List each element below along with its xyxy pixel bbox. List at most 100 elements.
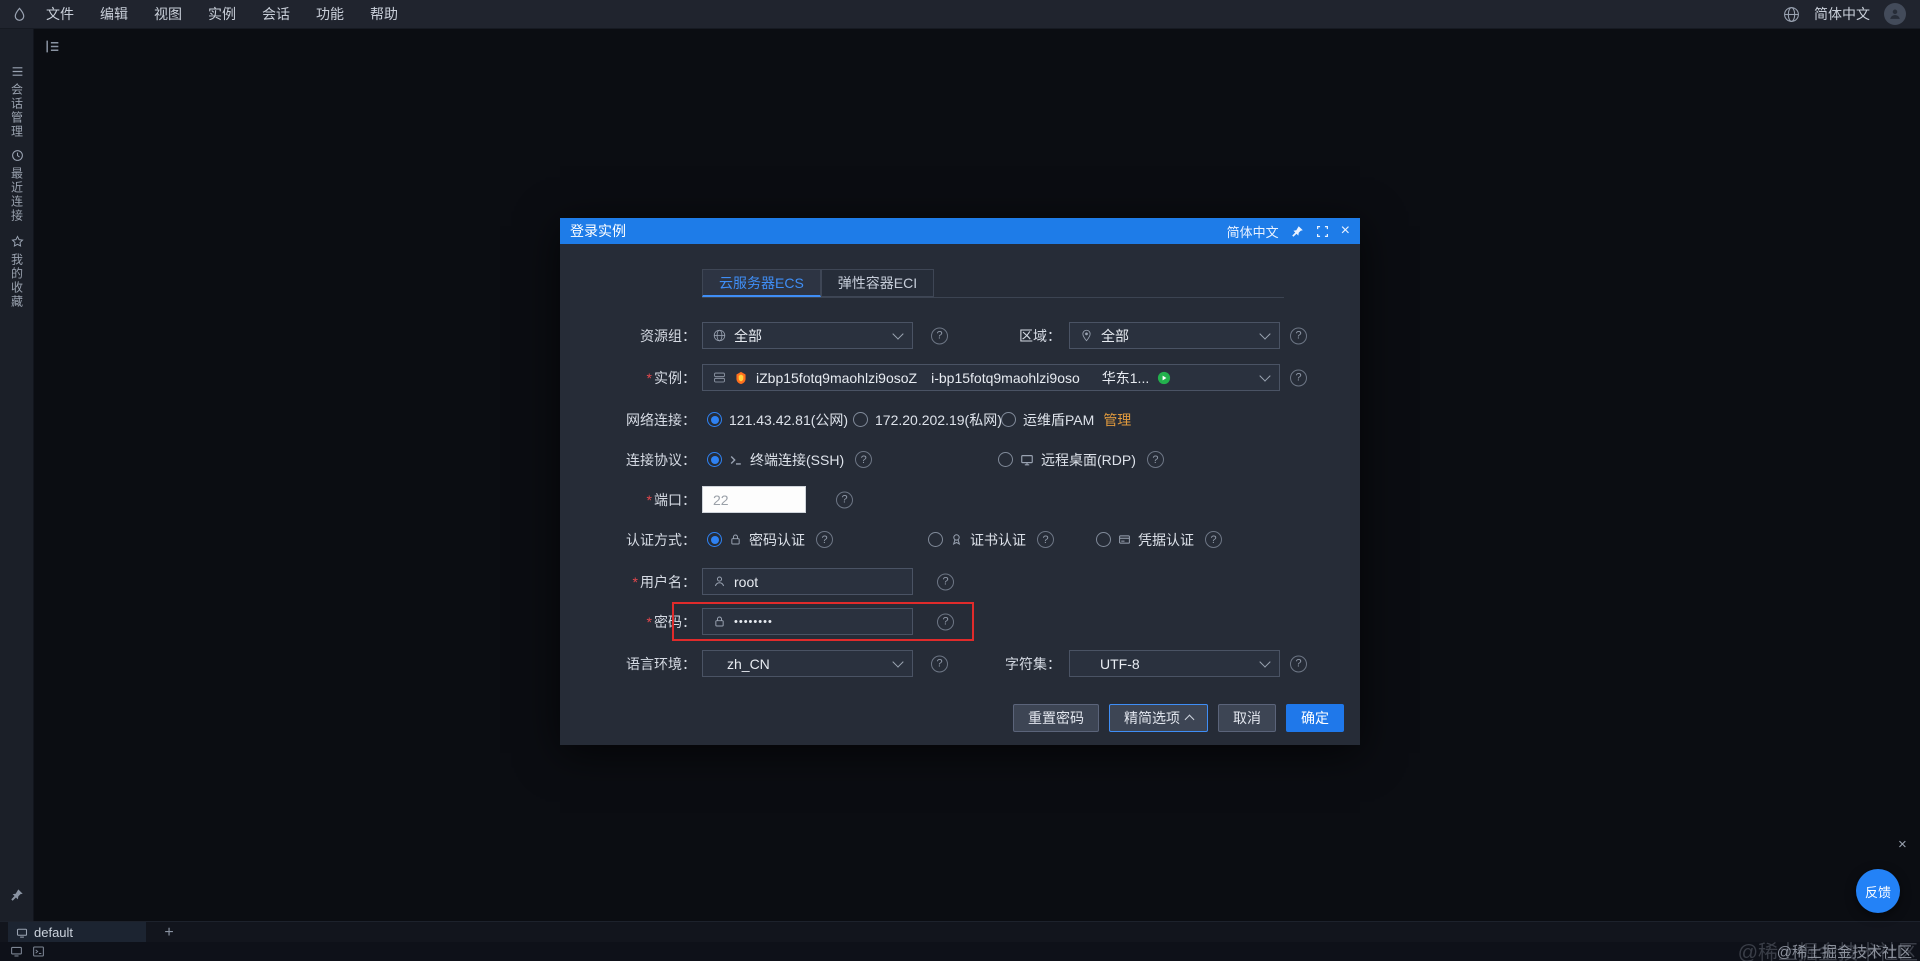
menu-session[interactable]: 会话 bbox=[249, 4, 303, 24]
menu-file[interactable]: 文件 bbox=[33, 4, 87, 24]
radio-option-password-auth[interactable]: 密码认证 ? bbox=[707, 530, 833, 550]
radio-option-pam[interactable]: 运维盾PAM 管理 bbox=[1001, 410, 1131, 430]
sidebar-item-label: 我的收藏 bbox=[9, 253, 24, 309]
dialog-title: 登录实例 bbox=[570, 223, 626, 239]
instance-select[interactable]: iZbp15fotq9maohlzi9osoZ i-bp15fotq9maohl… bbox=[702, 364, 1280, 391]
help-icon[interactable]: ? bbox=[816, 531, 833, 548]
help-icon[interactable]: ? bbox=[1146, 451, 1164, 468]
form-row-network: 网络连接： 121.43.42.81(公网) 172.20.202.19(私网)… bbox=[560, 406, 1360, 433]
menu-bar: 文件 编辑 视图 实例 会话 功能 帮助 简体中文 bbox=[0, 0, 1920, 29]
radio-option-rdp[interactable]: 远程桌面(RDP) ? bbox=[998, 450, 1164, 470]
help-icon[interactable]: ? bbox=[836, 491, 853, 508]
selected-value: 全部 bbox=[1101, 327, 1129, 344]
radio-icon[interactable] bbox=[998, 452, 1013, 467]
port-value: 22 bbox=[713, 491, 729, 508]
selected-value: zh_CN bbox=[727, 655, 770, 672]
selected-value: UTF-8 bbox=[1100, 655, 1140, 672]
instance-id: i-bp15fotq9maohlzi9oso bbox=[931, 369, 1080, 386]
option-label: 运维盾PAM bbox=[1023, 411, 1095, 428]
feedback-button[interactable]: 反馈 bbox=[1856, 869, 1900, 913]
terminal-status-icon[interactable] bbox=[32, 945, 45, 961]
tab-eci[interactable]: 弹性容器ECI bbox=[820, 269, 935, 297]
radio-icon[interactable] bbox=[707, 412, 722, 427]
help-icon[interactable]: ? bbox=[1290, 655, 1307, 672]
radio-option-public-ip[interactable]: 121.43.42.81(公网) bbox=[707, 410, 848, 430]
server-icon bbox=[713, 371, 726, 384]
session-tab-default[interactable]: default bbox=[8, 922, 146, 943]
form-row-port: * 端口： 22 ? bbox=[560, 486, 1360, 513]
charset-select[interactable]: UTF-8 bbox=[1069, 650, 1280, 677]
feedback-close-icon[interactable]: × bbox=[1898, 836, 1907, 853]
form-row-username: * 用户名： root ? bbox=[560, 568, 1360, 595]
tab-ecs[interactable]: 云服务器ECS bbox=[702, 269, 821, 297]
radio-icon[interactable] bbox=[707, 532, 722, 547]
dialog-language-selector[interactable]: 简体中文 bbox=[1227, 222, 1279, 241]
protocol-label: 连接协议： bbox=[626, 451, 696, 468]
language-selector[interactable]: 简体中文 bbox=[1814, 4, 1870, 24]
form-row-locale: 语言环境： zh_CN ? 字符集： UTF-8 ? bbox=[560, 650, 1360, 677]
cancel-button[interactable]: 取消 bbox=[1218, 704, 1276, 732]
globe-icon[interactable] bbox=[1783, 6, 1800, 23]
dialog-titlebar-actions: 简体中文 × bbox=[1227, 222, 1350, 241]
pin-icon[interactable] bbox=[10, 888, 24, 907]
new-session-button[interactable]: + bbox=[158, 922, 180, 943]
session-tab-label: default bbox=[34, 925, 74, 940]
radio-icon[interactable] bbox=[853, 412, 868, 427]
help-icon[interactable]: ? bbox=[1290, 327, 1307, 344]
menu-help[interactable]: 帮助 bbox=[357, 4, 411, 24]
user-icon bbox=[713, 575, 726, 588]
locale-select[interactable]: zh_CN bbox=[702, 650, 913, 677]
radio-icon[interactable] bbox=[1001, 412, 1016, 427]
required-marker: * bbox=[646, 369, 652, 386]
monitor-icon bbox=[1020, 453, 1034, 467]
device-icon[interactable] bbox=[10, 945, 23, 961]
form-row-auth: 认证方式： 密码认证 ? 证书认证 ? 凭据认证 ? bbox=[560, 526, 1360, 553]
required-marker: * bbox=[646, 491, 652, 508]
port-label: * 端口： bbox=[646, 491, 696, 508]
radio-icon[interactable] bbox=[928, 532, 943, 547]
help-icon[interactable]: ? bbox=[937, 573, 954, 590]
radio-option-credential-auth[interactable]: 凭据认证 ? bbox=[1096, 530, 1222, 550]
help-icon[interactable]: ? bbox=[1037, 531, 1054, 548]
close-icon[interactable]: × bbox=[1341, 223, 1350, 239]
fullscreen-icon[interactable] bbox=[1316, 225, 1329, 238]
dialog-footer: 重置密码 精简选项 取消 确定 bbox=[1013, 704, 1344, 732]
help-icon[interactable]: ? bbox=[1205, 531, 1222, 548]
username-label: * 用户名： bbox=[632, 573, 696, 590]
pin-icon[interactable] bbox=[1291, 225, 1304, 238]
resource-group-select[interactable]: 全部 bbox=[702, 322, 913, 349]
chevron-down-icon bbox=[1259, 327, 1271, 340]
manage-link[interactable]: 管理 bbox=[1103, 410, 1131, 430]
radio-option-private-ip[interactable]: 172.20.202.19(私网) bbox=[853, 410, 1002, 430]
help-icon[interactable]: ? bbox=[1290, 369, 1307, 386]
menu-instance[interactable]: 实例 bbox=[195, 4, 249, 24]
ok-button[interactable]: 确定 bbox=[1286, 704, 1344, 732]
sidebar-item-favorites[interactable]: 我的收藏 bbox=[0, 235, 34, 309]
dialog-titlebar[interactable]: 登录实例 简体中文 × bbox=[560, 218, 1360, 244]
port-input[interactable]: 22 bbox=[702, 486, 806, 513]
radio-icon[interactable] bbox=[1096, 532, 1111, 547]
password-input[interactable]: •••••••• bbox=[702, 608, 913, 635]
avatar[interactable] bbox=[1884, 3, 1906, 25]
radio-option-ssh[interactable]: 终端连接(SSH) ? bbox=[707, 450, 873, 470]
help-icon[interactable]: ? bbox=[855, 451, 873, 468]
simple-options-button[interactable]: 精简选项 bbox=[1109, 704, 1208, 732]
sidebar-item-recent-connections[interactable]: 最近连接 bbox=[0, 149, 34, 223]
auth-label: 认证方式： bbox=[626, 531, 696, 548]
region-label: 区域： bbox=[1019, 327, 1061, 344]
charset-label: 字符集： bbox=[1005, 655, 1061, 672]
menu-edit[interactable]: 编辑 bbox=[87, 4, 141, 24]
radio-icon[interactable] bbox=[707, 452, 722, 467]
help-icon[interactable]: ? bbox=[937, 613, 954, 630]
menu-view[interactable]: 视图 bbox=[141, 4, 195, 24]
region-select[interactable]: 全部 bbox=[1069, 322, 1280, 349]
reset-password-button[interactable]: 重置密码 bbox=[1013, 704, 1099, 732]
username-input[interactable]: root bbox=[702, 568, 913, 595]
chevron-down-icon bbox=[1259, 369, 1271, 382]
radio-option-cert-auth[interactable]: 证书认证 ? bbox=[928, 530, 1054, 550]
sidebar-item-label: 最近连接 bbox=[9, 167, 24, 223]
sidebar-item-session-manager[interactable]: 会话管理 bbox=[0, 65, 34, 139]
app-logo-icon bbox=[12, 6, 27, 22]
menu-function[interactable]: 功能 bbox=[303, 4, 357, 24]
outline-icon[interactable] bbox=[44, 38, 61, 60]
